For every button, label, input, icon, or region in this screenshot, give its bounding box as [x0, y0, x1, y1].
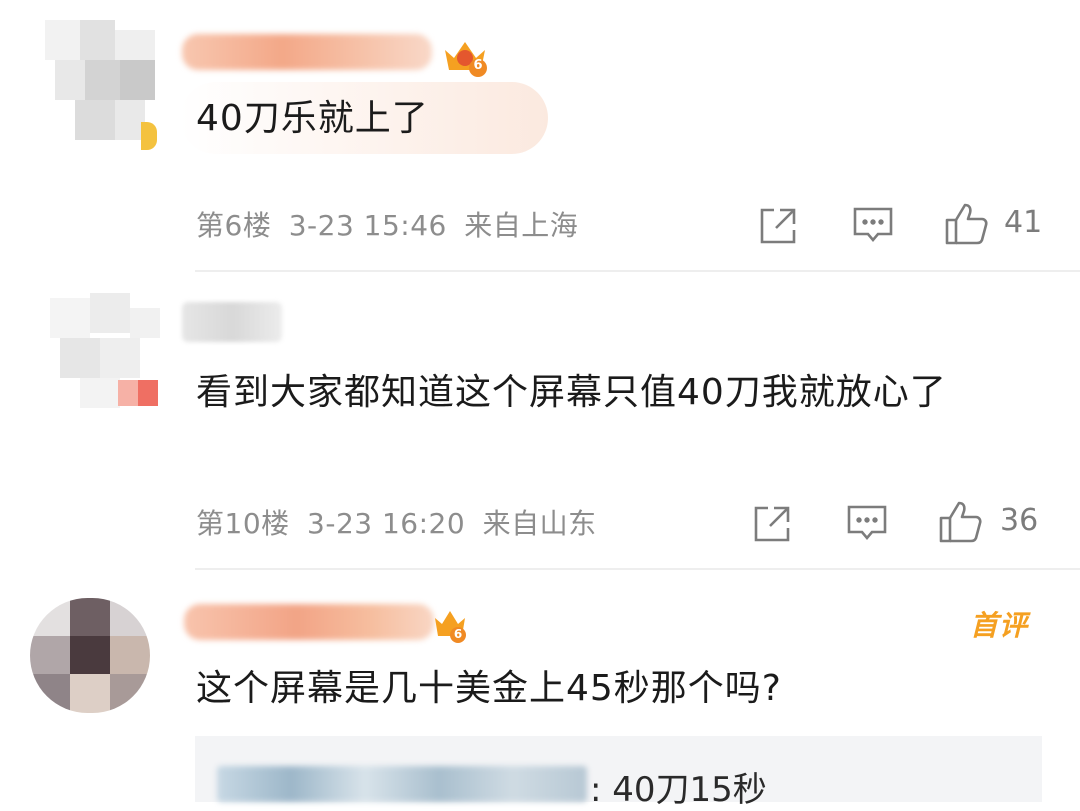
floor-number: 第6楼 [196, 209, 272, 242]
divider [195, 568, 1080, 570]
comment-text: 这个屏幕是几十美金上45秒那个吗? [196, 668, 782, 709]
comment-text: 40刀乐就上了 [196, 98, 429, 139]
username-blurred[interactable] [182, 34, 432, 70]
comment-icon[interactable] [852, 206, 894, 246]
comment-text-content: 看到大家都知道这个屏幕只值40刀我就放心了 [196, 372, 947, 413]
reply-preview[interactable]: : 40刀15秒 [195, 736, 1042, 810]
floor-number: 第10楼 [196, 507, 290, 540]
comment-location: 来自上海 [464, 209, 579, 242]
thumbs-up-icon[interactable] [939, 500, 983, 544]
comment-text: 看到大家都知道这个屏幕只值40刀我就放心了 [196, 364, 1036, 422]
reply-text: : 40刀15秒 [590, 770, 767, 810]
comment-meta: 第6楼 3-23 15:46 来自上海 [196, 204, 578, 244]
username-blurred[interactable] [182, 302, 282, 342]
share-icon[interactable] [752, 504, 792, 544]
comment-time: 3-23 16:20 [307, 507, 466, 540]
vip-crown-icon: 6 [440, 36, 490, 78]
avatar[interactable] [40, 288, 160, 418]
comment-icon[interactable] [846, 504, 888, 544]
like-count: 41 [1004, 205, 1043, 240]
avatar[interactable] [45, 20, 157, 150]
comment-time: 3-23 15:46 [288, 209, 447, 242]
divider [195, 270, 1080, 272]
like-count: 36 [1000, 503, 1039, 538]
reply-username-blurred[interactable] [217, 766, 587, 802]
share-icon[interactable] [758, 206, 798, 246]
vip-crown-icon: 6 [432, 606, 468, 644]
comment-location: 来自山东 [482, 507, 597, 540]
first-comment-badge: 首评 [970, 609, 1029, 642]
comment-meta: 第10楼 3-23 16:20 来自山东 [196, 502, 597, 542]
username-blurred[interactable] [184, 604, 434, 640]
avatar[interactable] [30, 598, 150, 713]
thumbs-up-icon[interactable] [945, 202, 989, 246]
